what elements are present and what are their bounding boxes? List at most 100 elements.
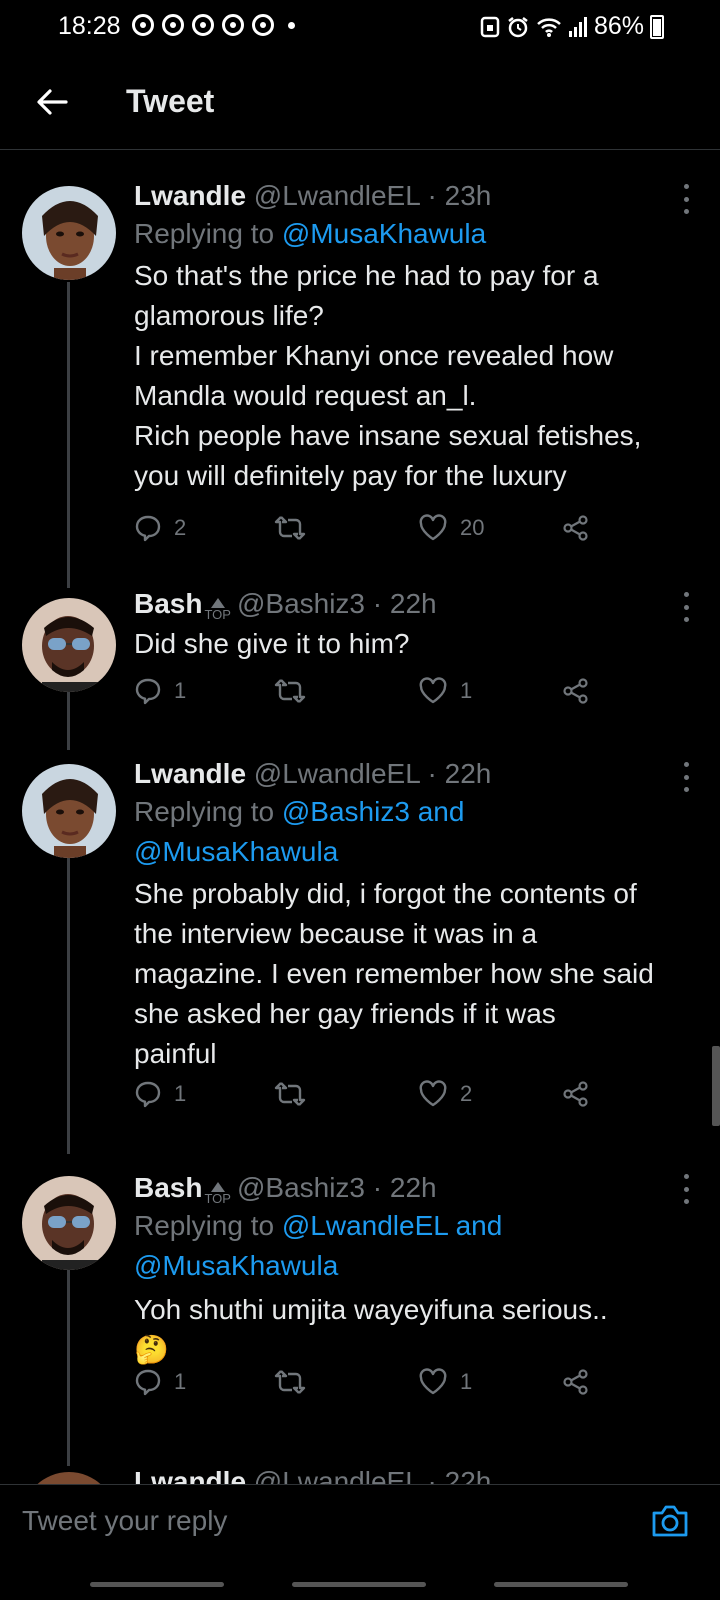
like-button[interactable]: 2 <box>418 1080 472 1108</box>
author-handle[interactable]: @Bashiz3 <box>237 588 365 619</box>
recent-apps-button[interactable] <box>90 1582 224 1587</box>
tweet[interactable]: Bash TOP @Bashiz3 · 22h Did she give it to… <box>0 588 720 728</box>
retweet-button[interactable] <box>274 1368 306 1396</box>
heart-icon <box>419 514 447 541</box>
arrow-left-icon <box>37 89 68 115</box>
mention-link[interactable]: @LwandleEL and <box>282 1210 502 1241</box>
author-handle[interactable]: @LwandleEL <box>254 758 420 789</box>
reply-count: 1 <box>174 1369 187 1394</box>
retweet-icon <box>274 679 306 703</box>
page-title: Tweet <box>126 83 215 119</box>
avatar[interactable] <box>22 598 116 692</box>
top-fan-badge: TOP <box>204 1182 231 1206</box>
like-button[interactable]: 1 <box>418 677 472 705</box>
author-name[interactable]: Lwandle <box>134 758 246 789</box>
heart-icon <box>419 677 447 704</box>
like-button[interactable]: 20 <box>418 514 484 542</box>
avatar[interactable] <box>22 1472 116 1484</box>
back-nav-button[interactable] <box>494 1582 628 1587</box>
tweet-text: Did she give it to him? <box>134 628 410 659</box>
tweet-time: · 22h <box>372 588 437 619</box>
like-count: 2 <box>460 1081 473 1106</box>
home-button[interactable] <box>292 1582 426 1587</box>
partial-tweet[interactable]: Lwandle @LwandleEL · 22h <box>0 1468 720 1484</box>
share-icon <box>563 1369 588 1395</box>
avatar[interactable] <box>22 764 116 858</box>
tweet-text: So that's the price he had to pay for a … <box>134 260 642 491</box>
alarm-icon <box>508 16 528 37</box>
battery-icon <box>650 14 664 39</box>
reply-button[interactable]: 2 <box>134 514 186 542</box>
avatar[interactable] <box>22 186 116 280</box>
tweet-time: · 22h <box>427 1468 492 1484</box>
reply-composer: Tweet your reply <box>0 1484 720 1566</box>
tweet[interactable]: Bash TOP @Bashiz3 · 22h Replying to @Lwand… <box>0 1172 720 1432</box>
reply-icon <box>135 1081 161 1108</box>
replying-to: Replying to @LwandleEL and @MusaKhawula <box>134 1206 696 1286</box>
notification-icon <box>222 14 244 36</box>
heart-icon <box>419 1368 447 1395</box>
share-button[interactable] <box>562 514 590 542</box>
status-time: 18:28 <box>58 12 121 40</box>
retweet-button[interactable] <box>274 677 306 705</box>
reply-input[interactable]: Tweet your reply <box>22 1505 227 1537</box>
retweet-icon <box>274 1370 306 1394</box>
replying-to: Replying to @Bashiz3 and @MusaKhawula <box>134 792 696 872</box>
share-button[interactable] <box>562 1368 590 1396</box>
more-notifications-dot <box>288 21 295 29</box>
notification-icon <box>162 14 184 36</box>
scrollbar[interactable] <box>712 1046 720 1126</box>
reply-icon <box>135 1369 161 1396</box>
like-count: 1 <box>460 678 473 703</box>
reply-count: 2 <box>174 515 187 540</box>
tweet-actions: 1 1 <box>134 1368 604 1404</box>
tweet[interactable]: Lwandle @LwandleEL · 22h Replying to @Ba… <box>0 756 720 1136</box>
status-bar: 18:28 86% <box>0 0 720 56</box>
like-count: 1 <box>460 1369 473 1394</box>
lock-icon <box>480 16 500 37</box>
reply-count: 1 <box>174 1081 187 1106</box>
reply-button[interactable]: 1 <box>134 677 186 705</box>
mention-link[interactable]: @Bashiz3 and <box>282 796 465 827</box>
share-button[interactable] <box>562 677 590 705</box>
tweet-text: Yoh shuthi umjita wayeyifuna serious.. 🤔 <box>134 1290 696 1370</box>
author-name[interactable]: Lwandle <box>134 180 246 211</box>
avatar[interactable] <box>22 1176 116 1270</box>
tweet-actions: 1 2 <box>134 1080 604 1116</box>
notification-icon <box>252 14 274 36</box>
mention-link[interactable]: @MusaKhawula <box>282 218 486 249</box>
system-nav-bar <box>0 1566 720 1600</box>
author-name[interactable]: Bash <box>134 1172 202 1203</box>
reply-button[interactable]: 1 <box>134 1368 186 1396</box>
author-handle[interactable]: @LwandleEL <box>254 180 420 211</box>
heart-icon <box>419 1080 447 1107</box>
notification-icon <box>132 14 154 36</box>
camera-button[interactable] <box>650 1503 690 1544</box>
author-handle[interactable]: @LwandleEL <box>254 1468 420 1484</box>
battery-percent: 86% <box>593 12 644 40</box>
author-name[interactable]: Lwandle <box>134 1468 246 1484</box>
back-button[interactable] <box>32 82 72 122</box>
notification-icon <box>192 14 214 36</box>
like-button[interactable]: 1 <box>418 1368 472 1396</box>
retweet-icon <box>274 516 306 540</box>
tweet-time: · 22h <box>372 1172 437 1203</box>
system-icons: 86% <box>480 12 664 41</box>
tweet[interactable]: Lwandle @LwandleEL · 23h Replying to @Mu… <box>0 178 720 578</box>
author-handle[interactable]: @Bashiz3 <box>237 1172 365 1203</box>
reply-icon <box>135 678 161 705</box>
author-name[interactable]: Bash <box>134 588 202 619</box>
mention-link[interactable]: @MusaKhawula <box>134 1246 696 1286</box>
share-icon <box>563 515 588 541</box>
retweet-button[interactable] <box>274 514 306 542</box>
wifi-icon <box>537 17 561 37</box>
retweet-button[interactable] <box>274 1080 306 1108</box>
reply-button[interactable]: 1 <box>134 1080 186 1108</box>
tweet-text: She probably did, i forgot the contents … <box>134 878 654 1069</box>
tweet-actions: 1 1 <box>134 677 604 713</box>
camera-icon <box>652 1505 688 1537</box>
mention-link[interactable]: @MusaKhawula <box>134 832 696 872</box>
replying-to: Replying to @MusaKhawula <box>134 218 487 249</box>
retweet-icon <box>274 1082 306 1106</box>
share-button[interactable] <box>562 1080 590 1108</box>
